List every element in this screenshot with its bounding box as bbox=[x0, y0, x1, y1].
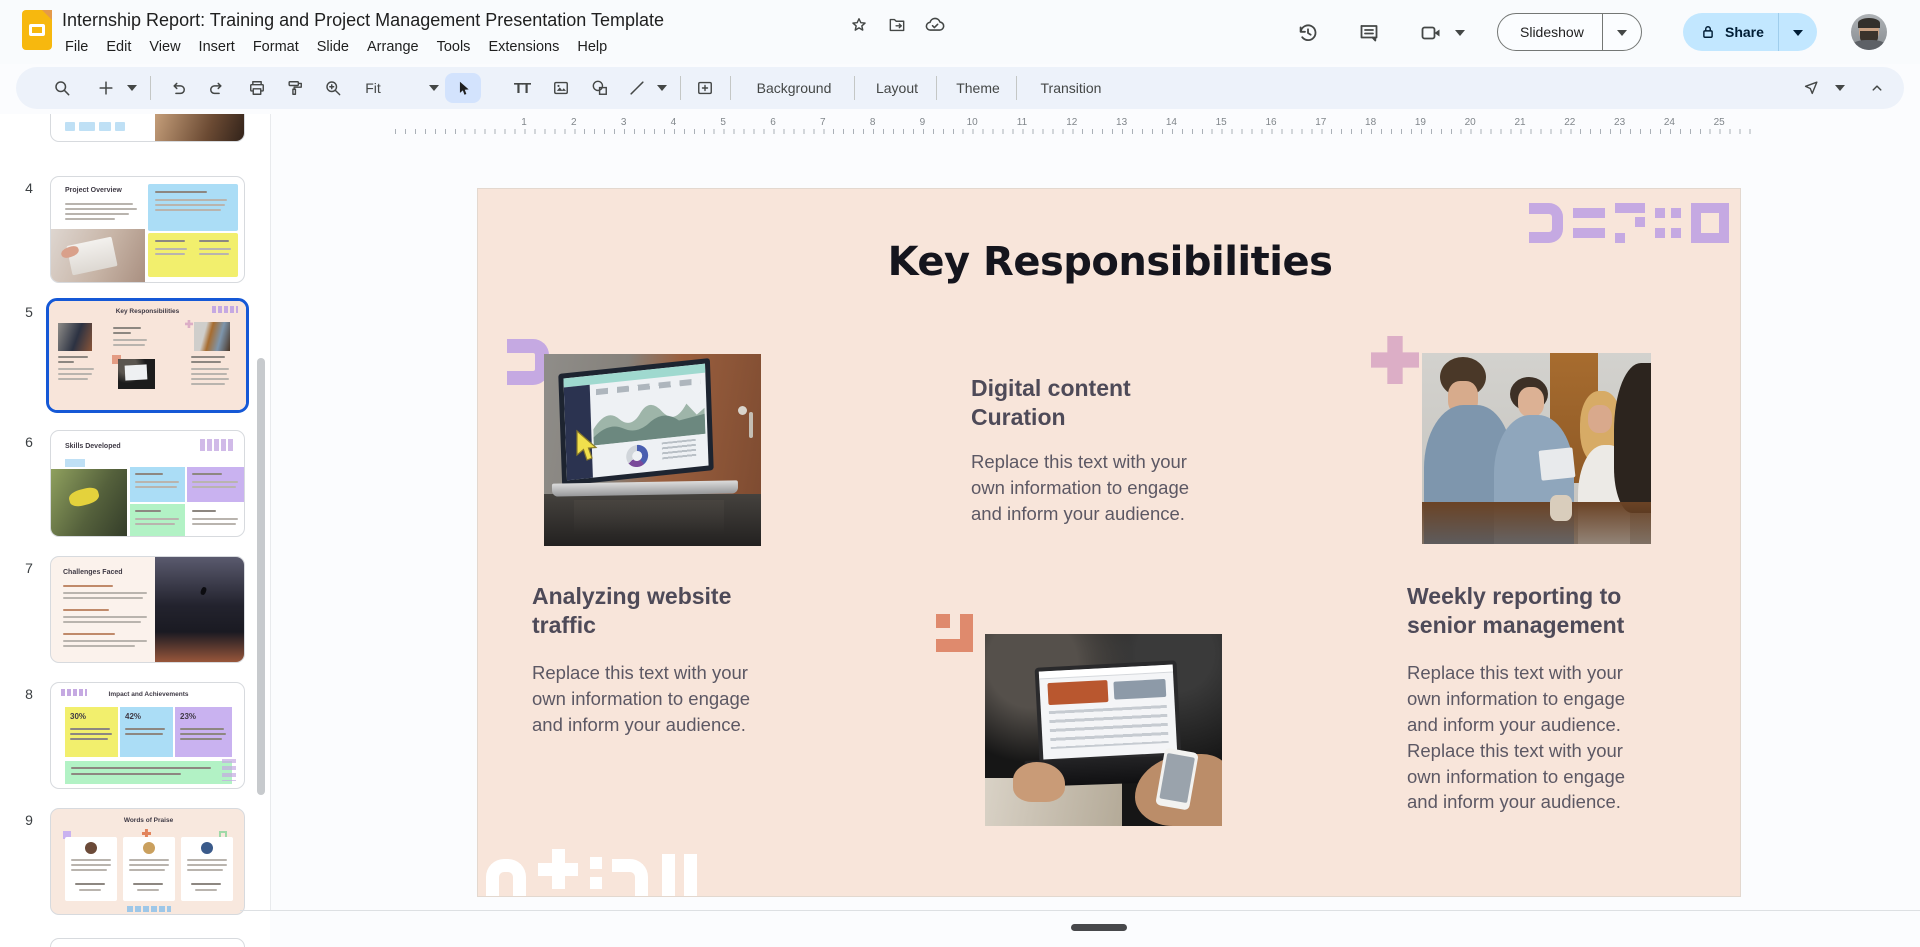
column-1-heading[interactable]: Analyzing website traffic bbox=[532, 582, 742, 641]
redo-button[interactable] bbox=[201, 67, 233, 109]
thumbnail-slide-5[interactable]: Key Responsibilities bbox=[49, 301, 246, 410]
thumbnail-number-7: 7 bbox=[20, 560, 38, 576]
menu-arrange[interactable]: Arrange bbox=[358, 36, 428, 58]
select-tool-button[interactable] bbox=[445, 73, 481, 103]
menu-insert[interactable]: Insert bbox=[190, 36, 244, 58]
team-meeting-image[interactable] bbox=[1422, 353, 1651, 544]
search-menus-icon[interactable] bbox=[46, 67, 78, 109]
thumbnail-number-5: 5 bbox=[20, 304, 38, 320]
thumbnail-slide-7[interactable]: Challenges Faced bbox=[50, 556, 245, 663]
column-3-body[interactable]: Replace this text with your own informat… bbox=[1407, 660, 1653, 815]
menu-slide[interactable]: Slide bbox=[308, 36, 358, 58]
transition-button[interactable]: Transition bbox=[1026, 67, 1116, 109]
menu-format[interactable]: Format bbox=[244, 36, 308, 58]
menu-file[interactable]: File bbox=[56, 36, 97, 58]
pen-tools-icon[interactable] bbox=[1794, 67, 1828, 109]
document-title[interactable]: Internship Report: Training and Project … bbox=[62, 10, 664, 31]
insert-shape-tool[interactable] bbox=[583, 67, 617, 109]
column-2-body[interactable]: Replace this text with your own informat… bbox=[971, 449, 1211, 527]
column-3-heading[interactable]: Weekly reporting to senior management bbox=[1407, 582, 1657, 641]
lock-icon bbox=[1683, 23, 1717, 41]
pink-plus-decoration[interactable] bbox=[1371, 336, 1419, 384]
thumbnail-slide-5-selected[interactable]: Key Responsibilities bbox=[46, 298, 249, 413]
thumbnail-number-6: 6 bbox=[20, 434, 38, 450]
menu-edit[interactable]: Edit bbox=[97, 36, 140, 58]
menu-help[interactable]: Help bbox=[568, 36, 616, 58]
google-slides-app: Internship Report: Training and Project … bbox=[0, 0, 1920, 947]
menu-tools[interactable]: Tools bbox=[428, 36, 480, 58]
collapse-toolbar-chevron[interactable] bbox=[1860, 67, 1894, 109]
meet-dropdown-caret[interactable] bbox=[1455, 30, 1465, 36]
insert-placeholder-tool[interactable] bbox=[688, 67, 722, 109]
thumbnail-slide-9[interactable]: Words of Praise bbox=[50, 808, 245, 915]
pen-tools-caret[interactable] bbox=[1830, 67, 1850, 109]
print-button[interactable] bbox=[241, 67, 273, 109]
coral-bracket-decoration[interactable] bbox=[936, 614, 986, 664]
thumbnail-number-4: 4 bbox=[20, 180, 38, 196]
slides-logo-icon[interactable] bbox=[22, 10, 52, 50]
menu-view[interactable]: View bbox=[140, 36, 189, 58]
comments-icon[interactable] bbox=[1349, 13, 1389, 53]
present-to-meet-icon[interactable] bbox=[1411, 13, 1451, 53]
thumbnail-number-9: 9 bbox=[20, 812, 38, 828]
account-avatar[interactable] bbox=[1851, 14, 1887, 50]
toolbar: Fit TT Background Layout Theme Transitio… bbox=[16, 67, 1904, 109]
menu-extensions[interactable]: Extensions bbox=[479, 36, 568, 58]
move-folder-icon[interactable] bbox=[886, 14, 908, 36]
white-glyph-decoration[interactable] bbox=[486, 849, 716, 897]
thumbnail-slide-6[interactable]: Skills Developed bbox=[50, 430, 245, 537]
new-slide-button[interactable] bbox=[92, 67, 120, 109]
thumbnail-number-8: 8 bbox=[20, 686, 38, 702]
filmstrip-scrollbar[interactable] bbox=[257, 358, 265, 795]
thumbnail-slide-10[interactable] bbox=[50, 938, 245, 947]
background-button[interactable]: Background bbox=[742, 67, 846, 109]
thumbnail-slide-3[interactable] bbox=[50, 114, 245, 142]
slide-filmstrip: 4 Project Overview 5 bbox=[0, 114, 270, 947]
insert-image-tool[interactable] bbox=[544, 67, 578, 109]
zoom-icon[interactable] bbox=[317, 67, 349, 109]
slideshow-dropdown-caret[interactable] bbox=[1603, 23, 1641, 41]
zoom-select-caret[interactable] bbox=[424, 67, 444, 109]
cloud-status-icon[interactable] bbox=[924, 14, 946, 36]
slideshow-button[interactable]: Slideshow bbox=[1497, 13, 1642, 51]
top-bar: Internship Report: Training and Project … bbox=[0, 0, 1920, 64]
line-tool-caret[interactable] bbox=[652, 67, 672, 109]
star-icon[interactable] bbox=[848, 14, 870, 36]
theme-button[interactable]: Theme bbox=[946, 67, 1010, 109]
column-2-heading[interactable]: Digital content Curation bbox=[971, 374, 1156, 433]
new-slide-caret[interactable] bbox=[122, 67, 142, 109]
share-dropdown-caret[interactable] bbox=[1779, 23, 1817, 41]
paint-format-icon[interactable] bbox=[279, 67, 311, 109]
thumbnail-slide-8[interactable]: Impact and Achievements 30% 42% 23% bbox=[50, 682, 245, 789]
purple-bracket-decoration[interactable] bbox=[507, 339, 549, 385]
version-history-icon[interactable] bbox=[1288, 13, 1328, 53]
canvas-bottom-divider bbox=[240, 910, 1920, 911]
zoom-select[interactable]: Fit bbox=[353, 67, 393, 109]
thumbnail-slide-4[interactable]: Project Overview bbox=[50, 176, 245, 283]
column-1-body[interactable]: Replace this text with your own informat… bbox=[532, 660, 772, 738]
slide-title[interactable]: Key Responsibilities bbox=[478, 239, 1741, 285]
current-slide: Key Responsibilities Analyzing website t… bbox=[477, 188, 1741, 897]
text-box-tool[interactable]: TT bbox=[505, 67, 539, 109]
layout-button[interactable]: Layout bbox=[864, 67, 930, 109]
share-button[interactable]: Share bbox=[1683, 13, 1817, 51]
horizontal-ruler: 1234567891011121314151617181920212223242… bbox=[395, 117, 1755, 134]
menu-bar: File Edit View Insert Format Slide Arran… bbox=[56, 36, 616, 58]
share-label: Share bbox=[1717, 24, 1778, 40]
undo-button[interactable] bbox=[162, 67, 194, 109]
insert-line-tool[interactable] bbox=[622, 67, 652, 109]
social-media-laptop-image[interactable] bbox=[985, 634, 1222, 826]
speaker-notes-drag-handle[interactable] bbox=[1071, 924, 1127, 931]
mouse-cursor-pointer bbox=[573, 429, 599, 463]
slideshow-label: Slideshow bbox=[1498, 24, 1602, 40]
